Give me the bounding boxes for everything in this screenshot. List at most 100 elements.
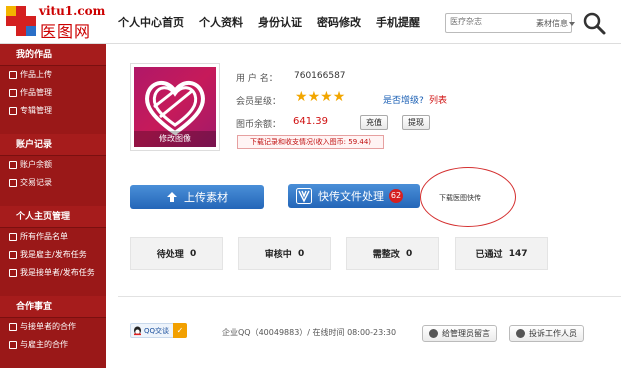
status-count: 0 [190, 248, 197, 259]
sidebar-item-label: 我是接单者/发布任务 [20, 268, 95, 277]
fast-transfer-button[interactable]: 快传文件处理 62 [288, 184, 420, 208]
qq-chat-label: QQ交谈 [144, 326, 170, 335]
qq-penguin-icon [134, 326, 141, 335]
coins-value: 641.39 [293, 116, 328, 127]
cooperation-icon [9, 323, 17, 331]
status-label: 审核中 [264, 250, 292, 260]
upload-material-label: 上传素材 [184, 191, 228, 204]
coins-label: 图币余额： [236, 120, 282, 130]
qq-info-text: 企业QQ（40049883）/ 在线时间 08:00-23:30 [222, 328, 397, 337]
sidebar-item-label: 我是雇主/发布任务 [20, 250, 87, 259]
records-link[interactable]: 下载记录和收支情况(收入图币: 59.44) [237, 135, 384, 149]
sidebar-item-contractor-coop[interactable]: 与接单者的合作 [0, 318, 106, 336]
top-header: vitu1.com 医图网 个人中心首页 个人资料 身份认证 密码修改 手机提醒… [0, 0, 621, 44]
sidebar-section-title: 合作事宜 [0, 296, 106, 318]
upload-icon [9, 71, 17, 79]
sidebar-section-title: 我的作品 [0, 44, 106, 66]
sidebar: 我的作品 作品上传 作品管理 专辑管理 账户记录 账户余额 交易记录 个人主页管… [0, 44, 106, 368]
chat-bubble-icon [429, 329, 438, 338]
message-admin-button[interactable]: 给管理员留言 [422, 325, 497, 342]
nav-verification[interactable]: 身份认证 [258, 14, 302, 30]
recharge-button[interactable]: 充值 [360, 115, 388, 130]
transaction-icon [9, 179, 17, 187]
search-category-label: 素材信息 [536, 19, 568, 28]
handshake-icon [9, 341, 17, 349]
search-icon[interactable] [580, 10, 608, 36]
avatar-frame: 修改图像 [130, 63, 220, 151]
sidebar-item-employer-coop[interactable]: 与雇主的合作 [0, 336, 106, 354]
search-box: 素材信息 [445, 13, 575, 33]
person-icon [516, 329, 525, 338]
status-pending[interactable]: 待处理 0 [130, 237, 223, 270]
sidebar-item-album-manage[interactable]: 专辑管理 [0, 102, 106, 120]
arrow-up-icon [167, 192, 177, 202]
sidebar-item-all-works[interactable]: 所有作品名单 [0, 228, 106, 246]
withdraw-button[interactable]: 提现 [402, 115, 430, 130]
avatar-edit-caption[interactable]: 修改图像 [134, 131, 216, 147]
sidebar-item-label: 作品上传 [20, 70, 52, 79]
qq-chat-button[interactable]: QQ交谈 ✓ [130, 323, 187, 338]
sidebar-item-contractor[interactable]: 我是接单者/发布任务 [0, 264, 106, 282]
status-reviewing[interactable]: 审核中 0 [238, 237, 331, 270]
download-fast-transfer-link[interactable]: 下载医图快传 [439, 193, 481, 203]
chevron-down-icon [569, 21, 575, 26]
status-count: 0 [406, 248, 413, 259]
search-category-select[interactable]: 素材信息 [536, 18, 575, 29]
status-label: 待处理 [156, 250, 184, 260]
main-nav: 个人中心首页 个人资料 身份认证 密码修改 手机提醒 [118, 14, 435, 30]
footer-divider [118, 296, 621, 297]
sidebar-item-label: 与雇主的合作 [20, 340, 68, 349]
message-admin-label: 给管理员留言 [442, 329, 490, 338]
sidebar-item-label: 专辑管理 [20, 106, 52, 115]
status-label: 需整改 [372, 250, 400, 260]
sidebar-item-label: 交易记录 [20, 178, 52, 187]
status-label: 已通过 [475, 250, 503, 260]
nav-profile[interactable]: 个人资料 [199, 14, 243, 30]
sidebar-item-works-manage[interactable]: 作品管理 [0, 84, 106, 102]
sidebar-item-employer[interactable]: 我是雇主/发布任务 [0, 246, 106, 264]
site-logo[interactable]: vitu1.com 医图网 [6, 4, 106, 41]
nav-password[interactable]: 密码修改 [317, 14, 361, 30]
sidebar-item-label: 作品管理 [20, 88, 52, 97]
status-count: 0 [298, 248, 305, 259]
member-stars: ★ ★ ★ ★ [295, 90, 345, 104]
wallet-icon [9, 161, 17, 169]
logo-cross-icon [6, 6, 36, 36]
upgrade-link[interactable]: 是否增级? [383, 93, 424, 106]
album-icon [9, 107, 17, 115]
sidebar-item-balance[interactable]: 账户余额 [0, 156, 106, 174]
upload-material-button[interactable]: 上传素材 [130, 185, 264, 209]
sidebar-section-title: 账户记录 [0, 134, 106, 156]
sidebar-item-label: 与接单者的合作 [20, 322, 76, 331]
complain-staff-button[interactable]: 投诉工作人员 [509, 325, 584, 342]
complain-staff-label: 投诉工作人员 [529, 329, 577, 338]
avatar[interactable]: 修改图像 [134, 67, 216, 147]
level-label: 会员星级： [236, 97, 282, 107]
notification-badge: 62 [389, 189, 403, 203]
contractor-icon [9, 269, 17, 277]
status-rectify[interactable]: 需整改 0 [346, 237, 439, 270]
fast-transfer-label: 快传文件处理 [318, 190, 384, 203]
sidebar-item-upload[interactable]: 作品上传 [0, 66, 106, 84]
username-label: 用 户 名： [236, 74, 278, 84]
star-icon: ★ [307, 89, 321, 105]
list-icon [9, 233, 17, 241]
sidebar-section-title: 个人主页管理 [0, 206, 106, 228]
sidebar-item-label: 账户余额 [20, 160, 52, 169]
works-icon [9, 89, 17, 97]
username-value: 760166587 [294, 71, 346, 81]
logo-name-text: 医图网 [40, 22, 92, 41]
nav-phone-reminder[interactable]: 手机提醒 [376, 14, 420, 30]
employer-icon [9, 251, 17, 259]
star-icon: ★ [295, 89, 308, 105]
star-icon: ★ [320, 89, 333, 105]
check-icon: ✓ [173, 323, 187, 338]
nav-home[interactable]: 个人中心首页 [118, 14, 184, 30]
search-input[interactable] [450, 17, 520, 26]
sidebar-item-transactions[interactable]: 交易记录 [0, 174, 106, 192]
status-count: 147 [508, 248, 528, 259]
fast-transfer-icon [296, 188, 312, 204]
status-approved[interactable]: 已通过 147 [455, 237, 548, 270]
star-icon: ★ [332, 89, 346, 105]
level-list-link[interactable]: 列表 [429, 93, 447, 106]
